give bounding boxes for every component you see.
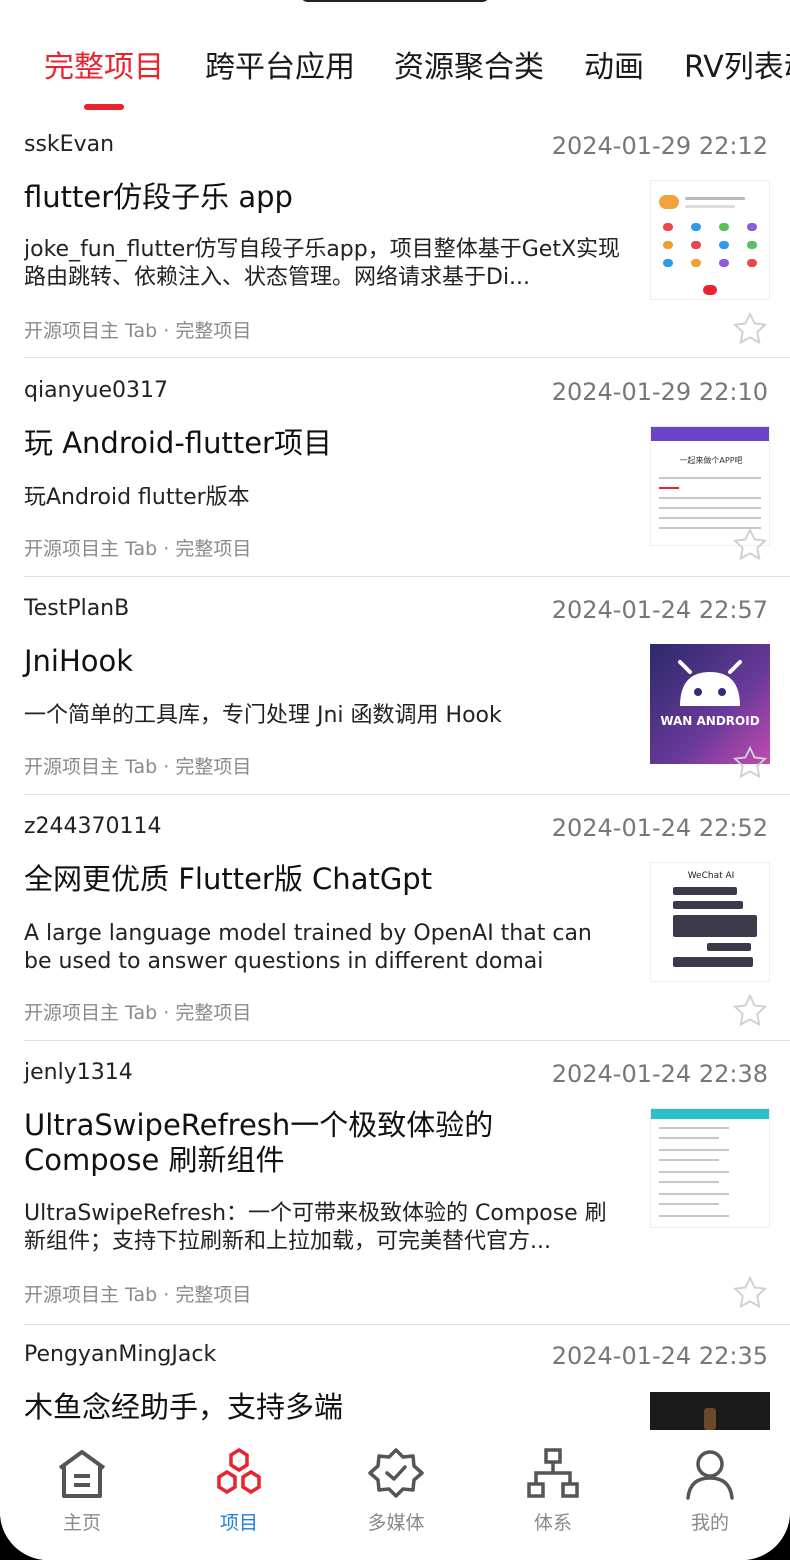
tab-indicator [84,104,124,110]
item-date: 2024-01-24 22:52 [551,814,768,842]
item-category[interactable]: 开源项目主 Tab · 完整项目 [24,534,251,561]
nav-label: 项目 [219,1512,258,1534]
item-description: UltraSwipeRefresh：一个可带来极致体验的 Compose 刷新组… [24,1201,607,1254]
nav-label: 体系 [533,1512,572,1534]
item-title: 全网更优质 Flutter版 ChatGpt [24,862,433,896]
item-author[interactable]: TestPlanB [24,596,129,621]
star-icon[interactable] [731,744,769,782]
item-author[interactable]: sskEvan [24,132,114,157]
nav-mine[interactable]: 我的 [650,1448,770,1535]
item-category[interactable]: 开源项目主 Tab · 完整项目 [24,316,251,343]
thumb-caption: WeChat AI [687,871,735,881]
list-item[interactable]: sskEvan 2024-01-29 22:12 flutter仿段子乐 app… [0,120,790,358]
star-icon[interactable] [731,310,769,348]
tab-cross-platform[interactable]: 跨平台应用 [205,42,355,86]
badge-check-icon [368,1448,424,1498]
tab-resource-aggregation[interactable]: 资源聚合类 [394,42,544,86]
item-category[interactable]: 开源项目主 Tab · 完整项目 [24,752,251,779]
nav-label: 我的 [690,1512,729,1534]
list-item[interactable]: jenly1314 2024-01-24 22:38 UltraSwipeRef… [0,1048,790,1325]
hierarchy-icon [527,1448,579,1498]
thumb-caption: WAN ANDROID [660,714,760,728]
star-icon[interactable] [731,992,769,1030]
item-date: 2024-01-24 22:38 [551,1060,768,1088]
item-author[interactable]: jenly1314 [24,1060,133,1085]
item-description: 玩Android flutter版本 [24,485,250,510]
nav-label: 多媒体 [367,1512,425,1534]
nav-label: 主页 [62,1512,101,1534]
item-title: 木鱼念经助手，支持多端 [24,1390,344,1424]
item-title: UltraSwipeRefresh一个极致体验的 Compose 刷新组件 [24,1108,494,1177]
project-tabs: 完整项目 跨平台应用 资源聚合类 动画 RV列表动 [0,0,790,120]
bottom-nav: 主页 项目 多媒体 体系 我的 [0,1430,790,1560]
item-description: A large language model trained by OpenAI… [24,921,592,974]
item-category[interactable]: 开源项目主 Tab · 完整项目 [24,998,251,1025]
thumb-caption: 一起来做个APP吧 [679,456,743,465]
item-date: 2024-01-29 22:12 [551,132,768,160]
divider [24,576,790,577]
item-category[interactable]: 开源项目主 Tab · 完整项目 [24,1280,251,1307]
item-title: JniHook [24,644,134,678]
item-description: joke_fun_flutter仿写自段子乐app，项目整体基于GetX实现路由… [24,237,621,290]
item-author[interactable]: z244370114 [24,814,162,839]
tab-animation[interactable]: 动画 [584,42,644,86]
chat-screenshot-thumbnail: WeChat AI [650,862,770,982]
project-list: sskEvan 2024-01-29 22:12 flutter仿段子乐 app… [0,120,790,1430]
divider [24,794,790,795]
divider [24,1040,790,1041]
list-item[interactable]: z244370114 2024-01-24 22:52 全网更优质 Flutte… [0,802,790,1042]
item-author[interactable]: PengyanMingJack [24,1342,216,1367]
nav-multimedia[interactable]: 多媒体 [336,1448,456,1535]
app-screenshot-thumbnail [650,180,770,300]
star-icon[interactable] [731,526,769,564]
nav-system[interactable]: 体系 [493,1448,613,1535]
nav-projects[interactable]: 项目 [179,1448,299,1535]
dark-app-thumbnail [650,1392,770,1430]
item-description: 一个简单的工具库，专门处理 Jni 函数调用 Hook [24,703,502,728]
user-icon [686,1450,734,1500]
list-item[interactable]: PengyanMingJack 2024-01-24 22:35 木鱼念经助手，… [0,1330,790,1430]
list-screenshot-thumbnail [650,1108,770,1228]
list-item[interactable]: qianyue0317 2024-01-29 22:10 玩 Android-f… [0,366,790,578]
divider [24,1324,790,1325]
item-title: flutter仿段子乐 app [24,180,293,214]
nav-home[interactable]: 主页 [22,1448,142,1535]
item-date: 2024-01-24 22:57 [551,596,768,624]
screen: 完整项目 跨平台应用 资源聚合类 动画 RV列表动 sskEvan 2024-0… [0,0,790,1560]
divider [24,357,790,358]
star-icon[interactable] [731,1274,769,1312]
item-date: 2024-01-29 22:10 [551,378,768,406]
item-title: 玩 Android-flutter项目 [24,426,332,460]
tab-complete-projects[interactable]: 完整项目 [44,42,164,86]
item-date: 2024-01-24 22:35 [551,1342,768,1370]
item-author[interactable]: qianyue0317 [24,378,168,403]
tab-rv-list[interactable]: RV列表动 [684,42,790,86]
hexagons-icon [217,1448,261,1495]
list-item[interactable]: TestPlanB 2024-01-24 22:57 JniHook 一个简单的… [0,584,790,796]
home-icon [58,1450,106,1498]
